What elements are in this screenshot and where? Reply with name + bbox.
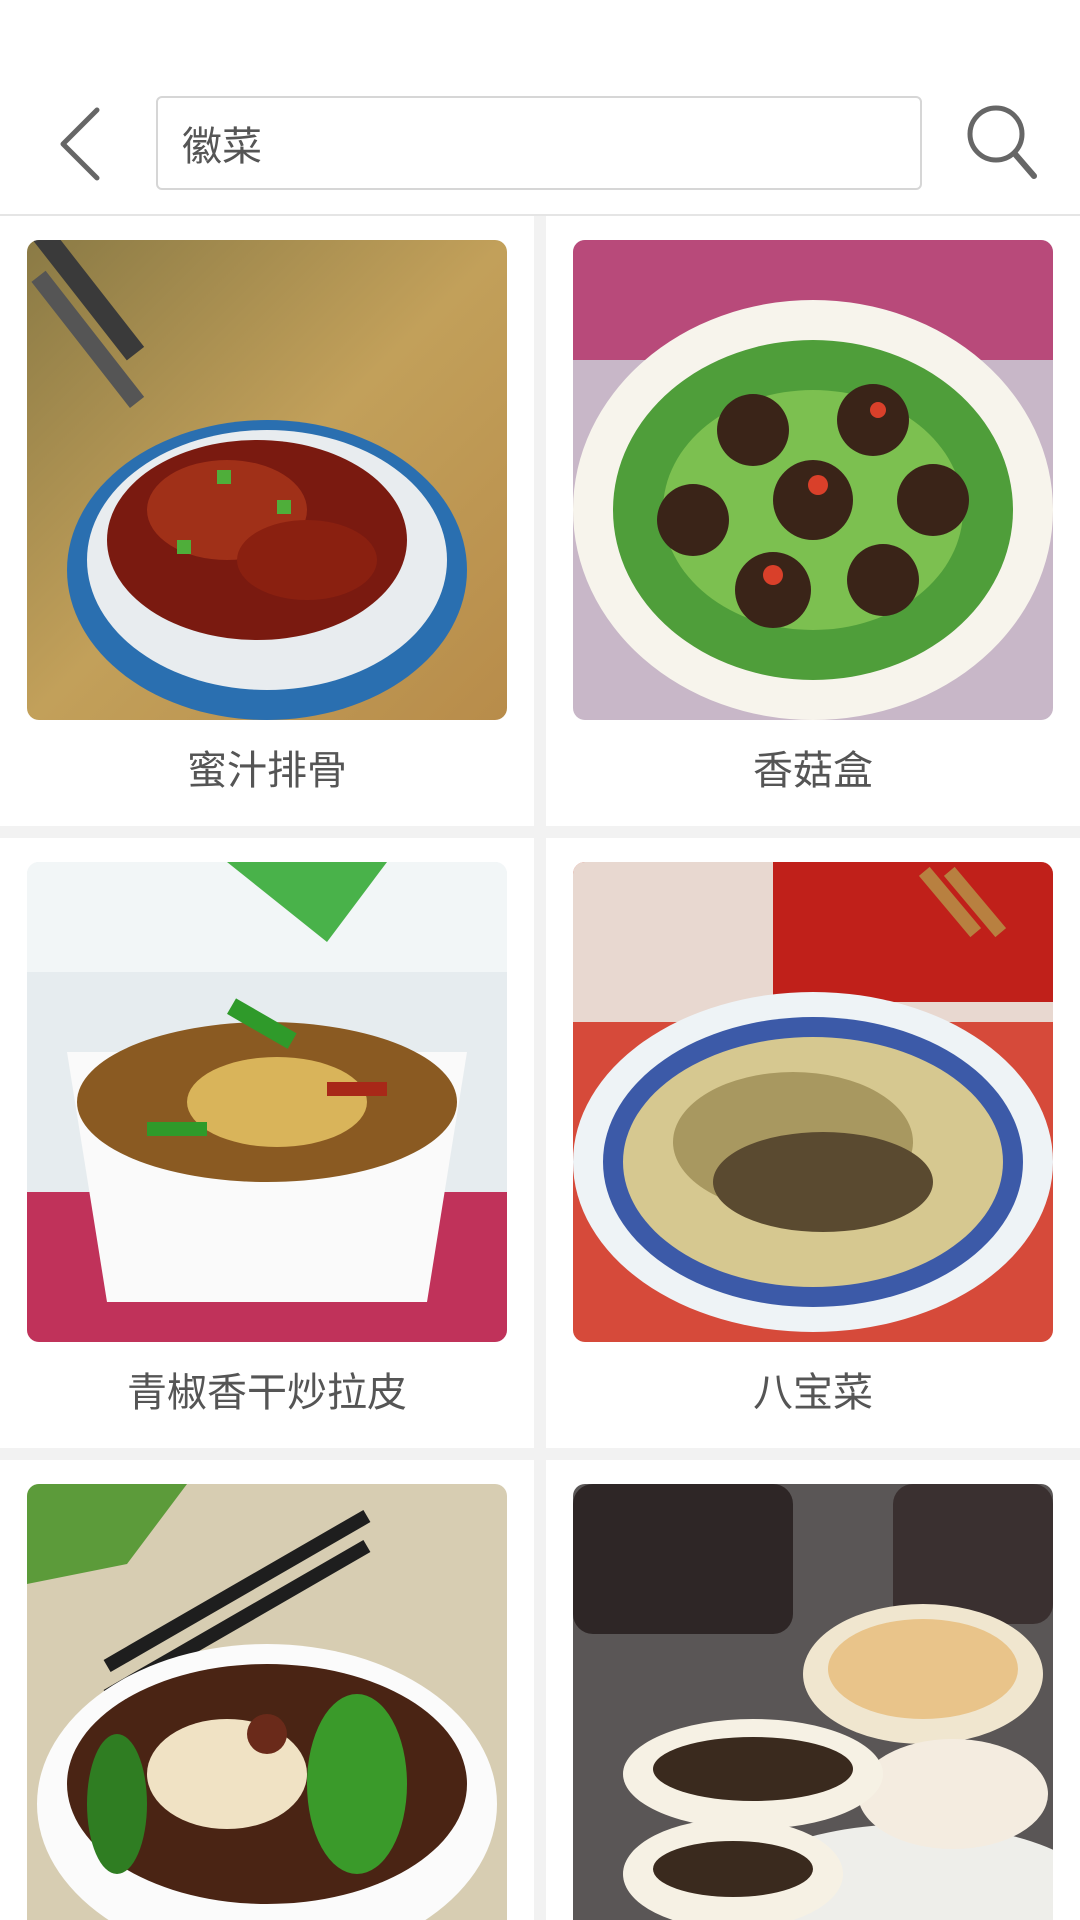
recipe-photo [573, 240, 1053, 720]
recipe-photo [27, 240, 507, 720]
back-button[interactable] [40, 96, 120, 192]
search-box [156, 96, 922, 190]
recipe-name: 青椒香干炒拉皮 [127, 1370, 407, 1416]
recipe-photo [573, 862, 1053, 1342]
recipe-card[interactable] [546, 1460, 1080, 1920]
app-screen: 蜜汁排骨 [0, 0, 1080, 1920]
search-icon [967, 105, 1037, 179]
search-input[interactable] [158, 98, 920, 188]
status-bar [0, 0, 1080, 74]
recipe-photo [573, 1484, 1053, 1920]
chevron-left-icon [60, 107, 100, 181]
recipe-photo [27, 1484, 507, 1920]
search-button[interactable] [954, 94, 1050, 190]
recipe-name: 香菇盒 [753, 748, 873, 794]
top-bar [0, 74, 1080, 216]
recipe-card[interactable]: 蜜汁排骨 [0, 216, 534, 826]
recipe-card[interactable] [0, 1460, 534, 1920]
recipe-name: 蜜汁排骨 [187, 748, 347, 794]
recipe-card[interactable]: 八宝菜 [546, 838, 1080, 1448]
recipe-card[interactable]: 香菇盒 [546, 216, 1080, 826]
recipe-photo [27, 862, 507, 1342]
recipe-grid: 蜜汁排骨 香菇盒 青椒香干炒拉皮 八宝菜 [0, 216, 1080, 1920]
recipe-name: 八宝菜 [753, 1370, 873, 1416]
recipe-card[interactable]: 青椒香干炒拉皮 [0, 838, 534, 1448]
